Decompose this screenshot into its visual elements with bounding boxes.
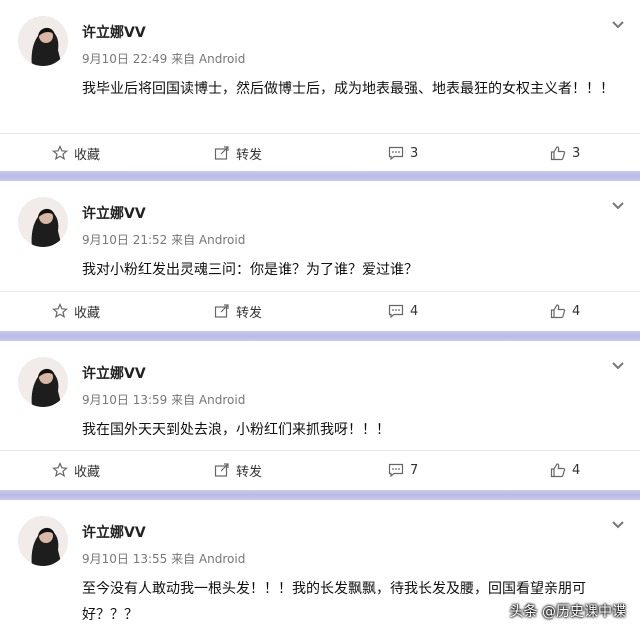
chevron-down-icon[interactable] xyxy=(610,516,626,532)
favorite-button[interactable]: 收藏 xyxy=(52,451,100,489)
username[interactable]: 许立娜VV xyxy=(82,203,146,223)
forward-label: 转发 xyxy=(236,147,263,163)
action-bar: 收藏 转发 7 4 xyxy=(0,450,640,489)
comment-icon xyxy=(388,146,404,161)
avatar[interactable] xyxy=(18,516,68,566)
post-content: 我对小粉红发出灵魂三问：你是谁？为了谁？爱过谁？ xyxy=(82,262,418,278)
post-time: 9月10日 22:49 来自 Android xyxy=(82,52,246,66)
avatar[interactable] xyxy=(18,357,68,407)
watermark: 头条 @历史课中谍 xyxy=(510,601,626,621)
comment-button[interactable]: 4 xyxy=(388,292,418,330)
weibo-post-1: 许立娜VV 9月10日 22:49 来自 Android 我毕业后将回国读博士，… xyxy=(0,0,640,171)
thumbs-up-icon xyxy=(550,146,566,161)
share-icon xyxy=(214,463,229,477)
avatar[interactable] xyxy=(18,197,68,247)
forward-button[interactable]: 转发 xyxy=(214,451,262,489)
watermark-text: 头条 @历史课中谍 xyxy=(509,604,626,620)
share-icon xyxy=(214,146,229,160)
post-separator xyxy=(0,331,640,341)
post-separator xyxy=(0,490,640,500)
share-icon xyxy=(214,304,229,318)
thumbs-up-icon xyxy=(550,463,566,478)
forward-label: 转发 xyxy=(236,305,263,321)
comment-button[interactable]: 7 xyxy=(388,451,418,489)
favorite-label: 收藏 xyxy=(74,464,101,480)
like-button[interactable]: 3 xyxy=(550,134,580,172)
like-count: 3 xyxy=(572,145,581,161)
forward-label: 转发 xyxy=(236,464,263,480)
comment-count: 3 xyxy=(410,145,419,161)
comment-count: 7 xyxy=(410,462,419,478)
post-time: 9月10日 21:52 来自 Android xyxy=(82,233,246,247)
chevron-down-icon[interactable] xyxy=(610,16,626,32)
favorite-button[interactable]: 收藏 xyxy=(52,134,100,172)
action-bar: 收藏 转发 3 3 xyxy=(0,133,640,172)
forward-button[interactable]: 转发 xyxy=(214,292,262,330)
post-separator xyxy=(0,171,640,181)
favorite-button[interactable]: 收藏 xyxy=(52,292,100,330)
like-count: 4 xyxy=(572,462,581,478)
post-time: 9月10日 13:59 来自 Android xyxy=(82,393,246,407)
avatar[interactable] xyxy=(18,16,68,66)
thumbs-up-icon xyxy=(550,304,566,319)
weibo-post-2: 许立娜VV 9月10日 21:52 来自 Android 我对小粉红发出灵魂三问… xyxy=(0,181,640,331)
post-content: 我在国外天天到处去浪，小粉红们来抓我呀！！！ xyxy=(82,422,390,438)
comment-icon xyxy=(388,463,404,478)
star-icon xyxy=(52,145,68,161)
comment-button[interactable]: 3 xyxy=(388,134,418,172)
chevron-down-icon[interactable] xyxy=(610,357,626,373)
star-icon xyxy=(52,462,68,478)
post-time: 9月10日 13:55 来自 Android xyxy=(82,552,246,566)
comment-count: 4 xyxy=(410,303,419,319)
forward-button[interactable]: 转发 xyxy=(214,134,262,172)
username[interactable]: 许立娜VV xyxy=(82,522,146,542)
favorite-label: 收藏 xyxy=(74,305,101,321)
like-count: 4 xyxy=(572,303,581,319)
favorite-label: 收藏 xyxy=(74,147,101,163)
like-button[interactable]: 4 xyxy=(550,451,580,489)
like-button[interactable]: 4 xyxy=(550,292,580,330)
comment-icon xyxy=(388,304,404,319)
star-icon xyxy=(52,303,68,319)
weibo-post-3: 许立娜VV 9月10日 13:59 来自 Android 我在国外天天到处去浪，… xyxy=(0,341,640,490)
post-content: 我毕业后将回国读博士，然后做博士后，成为地表最强、地表最狂的女权主义者！！！ xyxy=(82,81,614,97)
username[interactable]: 许立娜VV xyxy=(82,22,146,42)
username[interactable]: 许立娜VV xyxy=(82,363,146,383)
action-bar: 收藏 转发 4 4 xyxy=(0,291,640,330)
chevron-down-icon[interactable] xyxy=(610,197,626,213)
